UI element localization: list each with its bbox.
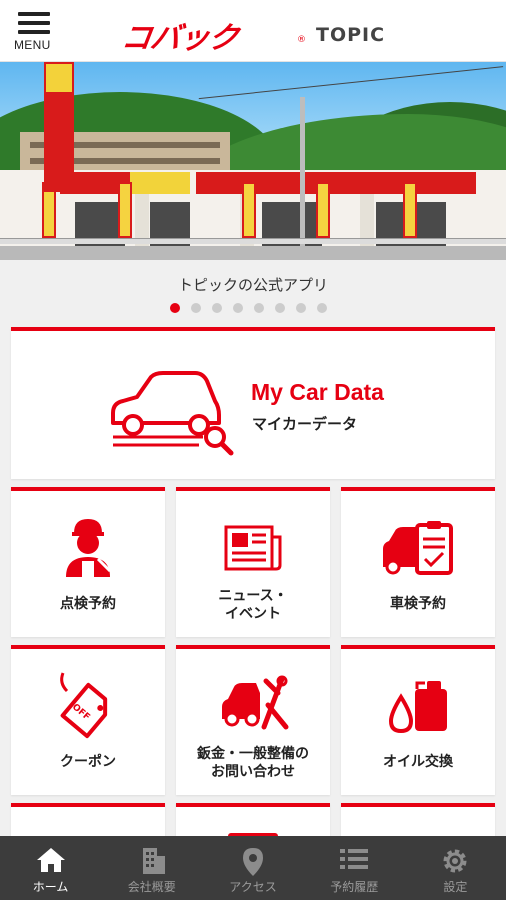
tile-coupon[interactable]: OFF クーポン: [11, 645, 165, 795]
carousel-dot[interactable]: [170, 303, 180, 313]
menu-button[interactable]: MENU: [12, 8, 58, 54]
nav-label: アクセス: [229, 880, 277, 894]
nav-item-company[interactable]: 会社概要: [101, 836, 202, 900]
gear-icon: [443, 849, 467, 873]
topic-label: TOPIC: [316, 24, 386, 46]
tile-label-line2: イベント: [225, 606, 281, 622]
car-checklist-icon: [383, 521, 453, 575]
nav-item-booking-history[interactable]: 予約履歴: [304, 836, 405, 900]
map-pin-icon: [243, 848, 263, 876]
tile-news-events[interactable]: ニュース・ イベント: [176, 487, 330, 637]
tile-label: オイル交換: [383, 754, 453, 770]
tile-bodywork-inquiry[interactable]: 鈑金・一般整備の お問い合わせ: [176, 645, 330, 795]
coupon-tag-icon: OFF: [60, 672, 108, 739]
carousel-dot[interactable]: [191, 303, 201, 313]
tile-label: 車検予約: [390, 596, 446, 612]
tile-label-line1: 鈑金・一般整備の: [197, 746, 309, 762]
nav-label: 予約履歴: [330, 880, 379, 894]
carousel-dot[interactable]: [296, 303, 306, 313]
store-photo-banner[interactable]: [0, 62, 506, 260]
tile-label-line1: ニュース・: [218, 588, 288, 604]
coupon-tag-text: OFF: [70, 702, 92, 722]
mycar-data-card[interactable]: My Car Data マイカーデータ: [11, 327, 495, 479]
mycar-title: My Car Data: [251, 379, 384, 405]
car-repair-tools-icon: [222, 675, 289, 730]
carousel-dots[interactable]: [170, 303, 338, 315]
tile-label: 点検予約: [60, 596, 116, 612]
tile-oil-change[interactable]: オイル交換: [341, 645, 495, 795]
kobac-logo: コバック ®: [119, 13, 308, 56]
nav-label: ホーム: [32, 880, 69, 894]
bottom-nav-bar: ホーム 会社概要 アクセス 予約履歴 設定: [0, 836, 506, 900]
logo-registered-mark: ®: [297, 35, 306, 45]
carousel-dot[interactable]: [317, 303, 327, 313]
car-search-icon: [111, 371, 234, 456]
list-icon: [340, 849, 369, 869]
home-icon: [36, 848, 65, 872]
menu-label: MENU: [14, 38, 51, 52]
newspaper-icon: [224, 525, 282, 571]
tile-shaken-booking[interactable]: 車検予約: [341, 487, 495, 637]
tile-inspection-booking[interactable]: 点検予約: [11, 487, 165, 637]
logo-text: コバック: [119, 21, 240, 56]
carousel-dot[interactable]: [212, 303, 222, 313]
mycar-subtitle: マイカーデータ: [252, 415, 358, 433]
tile-label: クーポン: [60, 754, 116, 770]
nav-label: 設定: [443, 880, 468, 894]
nav-item-settings[interactable]: 設定: [405, 836, 506, 900]
nav-label: 会社概要: [127, 880, 176, 894]
app-header: MENU コバック ® TOPIC: [0, 0, 506, 62]
building-icon: [142, 848, 165, 874]
carousel-dot[interactable]: [233, 303, 243, 313]
banner-caption: トピックの公式アプリ: [177, 276, 328, 294]
hamburger-icon: [18, 12, 50, 39]
tile-label-line2: お問い合わせ: [211, 764, 295, 780]
oil-can-icon: [388, 681, 447, 734]
nav-item-home[interactable]: ホーム: [0, 836, 101, 900]
carousel-dot[interactable]: [275, 303, 285, 313]
nav-item-access[interactable]: アクセス: [202, 836, 303, 900]
carousel-dot[interactable]: [254, 303, 264, 313]
mechanic-icon: [66, 519, 112, 577]
